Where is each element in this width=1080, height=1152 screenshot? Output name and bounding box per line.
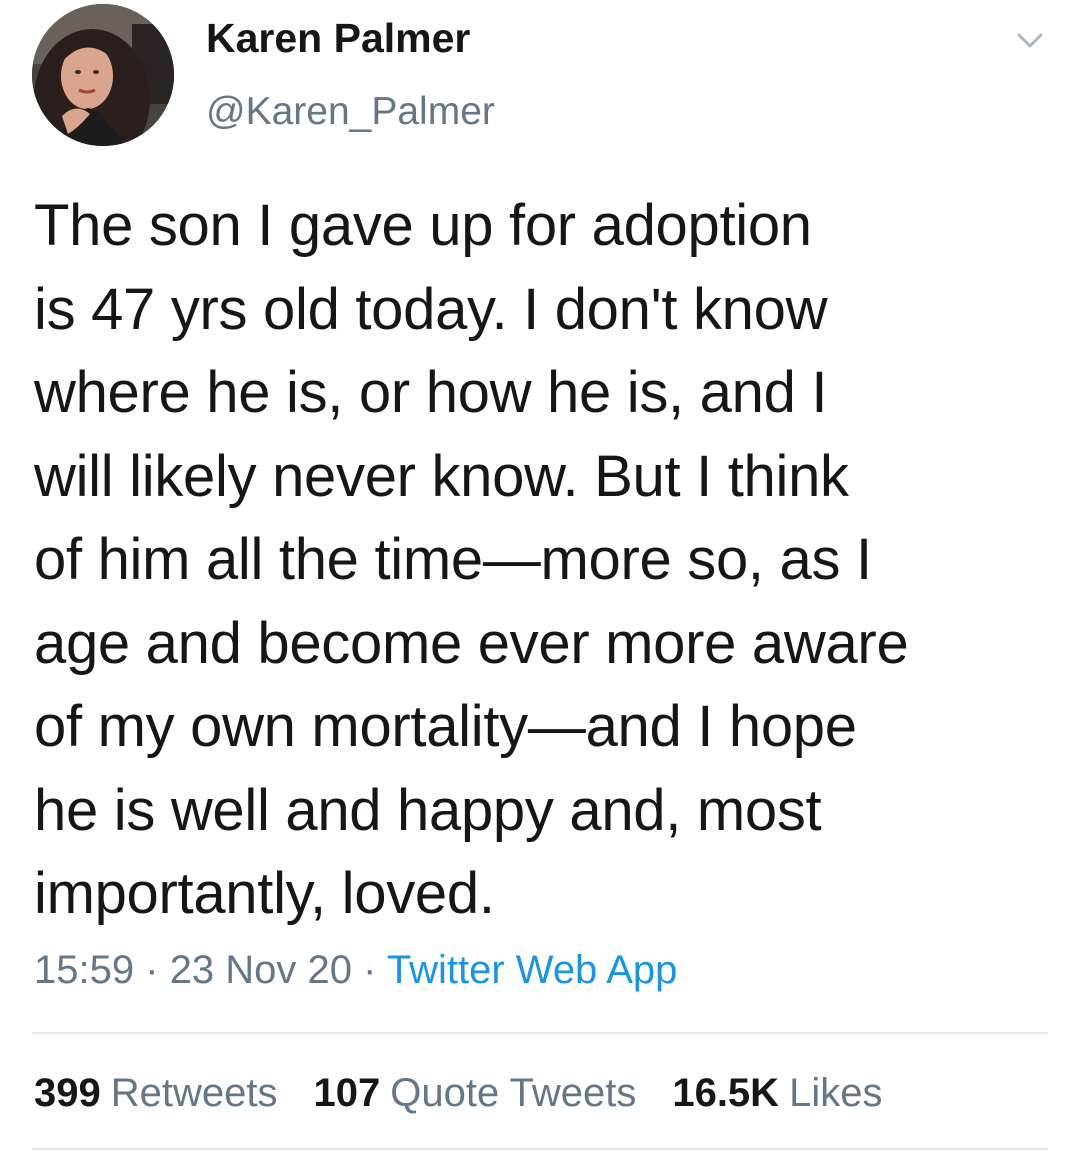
tweet-menu-button[interactable] xyxy=(1010,26,1050,56)
tweet-date[interactable]: 23 Nov 20 xyxy=(170,948,352,992)
tweet-source-link[interactable]: Twitter Web App xyxy=(387,948,678,992)
display-name[interactable]: Karen Palmer xyxy=(206,18,470,59)
meta-separator: · xyxy=(363,948,377,992)
retweets-stat[interactable]: 399 Retweets xyxy=(34,1073,278,1113)
retweets-count: 399 xyxy=(34,1071,101,1115)
quote-tweets-count: 107 xyxy=(313,1071,381,1115)
quote-tweets-stat[interactable]: 107 Quote Tweets xyxy=(314,1073,637,1113)
likes-stat[interactable]: 16.5K Likes xyxy=(672,1073,882,1113)
quote-tweets-label: Quote Tweets xyxy=(390,1071,637,1115)
divider xyxy=(32,1032,1048,1034)
user-handle[interactable]: @Karen_Palmer xyxy=(206,92,495,131)
likes-label: Likes xyxy=(789,1071,883,1115)
chevron-down-icon xyxy=(1017,33,1043,48)
tweet-stats: 399 Retweets 107 Quote Tweets 16.5K Likes xyxy=(34,1073,882,1113)
retweets-label: Retweets xyxy=(110,1071,278,1115)
tweet-time[interactable]: 15:59 xyxy=(34,948,134,992)
profile-photo xyxy=(32,4,174,146)
tweet-text: The son I gave up for adoption is 47 yrs… xyxy=(34,193,909,926)
likes-count: 16.5K xyxy=(672,1071,780,1115)
meta-separator: · xyxy=(145,948,159,992)
avatar[interactable] xyxy=(32,4,174,146)
tweet-meta: 15:59 · 23 Nov 20 · Twitter Web App xyxy=(34,950,677,990)
tweet-card: Karen Palmer @Karen_Palmer The son I gav… xyxy=(0,0,1080,1152)
divider xyxy=(32,1148,1048,1150)
